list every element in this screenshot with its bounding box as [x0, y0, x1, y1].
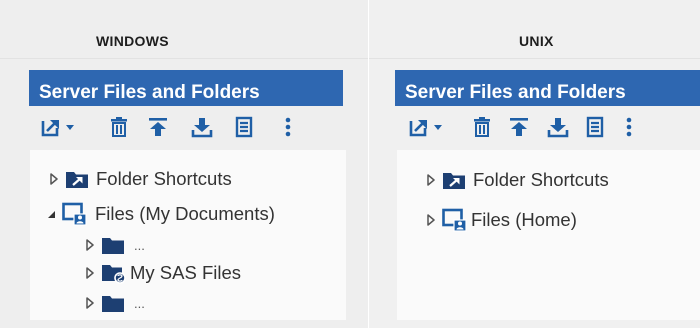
tree-item-folder-shortcuts[interactable]: Folder Shortcuts: [48, 166, 232, 192]
sas-folder-icon: [101, 262, 127, 284]
download-icon[interactable]: [547, 114, 569, 140]
expand-arrow-icon[interactable]: [425, 167, 437, 193]
tree-item-label: Files (My Documents): [95, 203, 275, 224]
unix-os-label: UNIX: [519, 33, 554, 49]
home-folder-icon: [62, 202, 88, 226]
windows-file-tree: Folder Shortcuts Files (My Documents) ..…: [30, 150, 346, 320]
properties-icon[interactable]: [586, 114, 604, 140]
folder-icon: [101, 235, 125, 255]
upload-icon[interactable]: [147, 114, 169, 140]
tree-item-my-sas-files[interactable]: My SAS Files: [84, 260, 241, 286]
properties-icon[interactable]: [235, 114, 253, 140]
tree-item-label: ...: [134, 295, 145, 311]
tree-item-label: My SAS Files: [130, 262, 242, 283]
chevron-down-icon[interactable]: [432, 114, 444, 140]
tree-item-folder-shortcuts[interactable]: Folder Shortcuts: [425, 167, 609, 193]
expand-arrow-icon[interactable]: [425, 207, 437, 233]
tree-item-label: Folder Shortcuts: [473, 169, 609, 190]
home-folder-icon: [442, 208, 468, 232]
expand-arrow-icon[interactable]: [84, 290, 96, 316]
title-divider: [369, 58, 700, 59]
windows-os-label: WINDOWS: [96, 33, 169, 49]
title-divider: [0, 58, 368, 59]
expand-arrow-icon[interactable]: [48, 166, 60, 192]
windows-panel: WINDOWS Server Files and Folders Folder …: [0, 0, 368, 328]
tree-item-files-my-documents[interactable]: Files (My Documents): [45, 201, 275, 227]
expand-arrow-icon[interactable]: [84, 232, 96, 258]
tree-item-label: Folder Shortcuts: [96, 168, 232, 189]
unix-file-tree: Folder Shortcuts Files (Home): [397, 150, 700, 320]
upload-icon[interactable]: [508, 114, 530, 140]
more-icon[interactable]: [283, 114, 293, 140]
trash-icon[interactable]: [471, 114, 493, 140]
new-item-icon[interactable]: [408, 114, 430, 140]
tree-item-label: ...: [134, 237, 145, 253]
tree-item-folder[interactable]: ...: [84, 232, 145, 258]
folder-shortcut-icon: [442, 170, 466, 190]
unix-panel: UNIX Server Files and Folders Folder Sho…: [369, 0, 700, 328]
tree-item-label: Files (Home): [471, 209, 577, 230]
folder-shortcut-icon: [65, 169, 89, 189]
tree-item-files-home[interactable]: Files (Home): [425, 207, 577, 233]
server-files-header[interactable]: Server Files and Folders: [29, 70, 343, 106]
trash-icon[interactable]: [108, 114, 130, 140]
collapse-arrow-icon[interactable]: [45, 201, 57, 227]
more-icon[interactable]: [624, 114, 634, 140]
chevron-down-icon[interactable]: [64, 114, 76, 140]
expand-arrow-icon[interactable]: [84, 260, 96, 286]
download-icon[interactable]: [191, 114, 213, 140]
new-item-icon[interactable]: [40, 114, 62, 140]
folder-icon: [101, 293, 125, 313]
tree-item-folder[interactable]: ...: [84, 290, 145, 316]
server-files-header[interactable]: Server Files and Folders: [395, 70, 700, 106]
